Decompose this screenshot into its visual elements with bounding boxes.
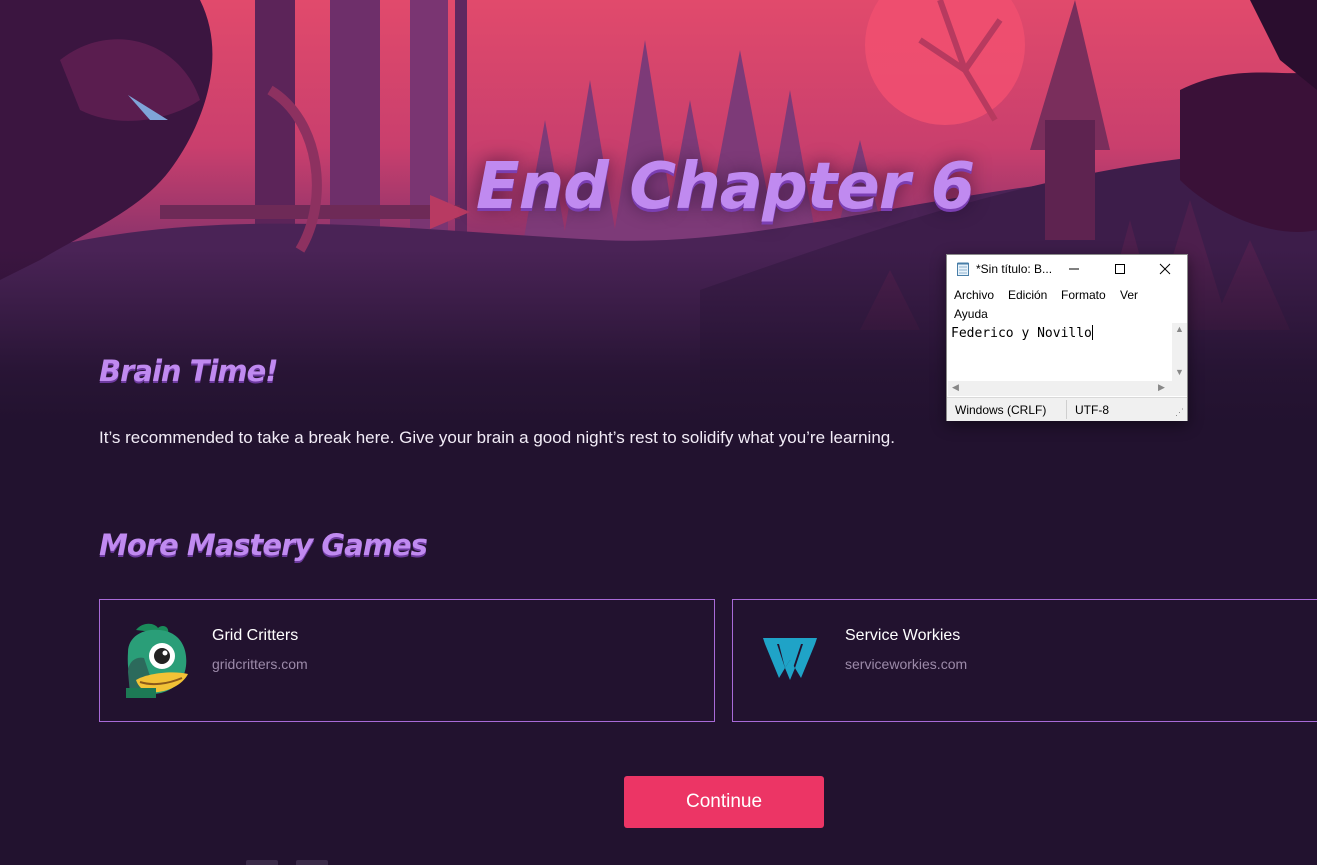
notepad-window[interactable]: *Sin título: B... Archivo Edición Format… [946,254,1188,421]
service-workies-logo-icon [755,622,825,700]
game-url[interactable]: gridcritters.com [212,656,308,672]
vertical-scrollbar[interactable]: ▲ ▼ [1172,323,1187,381]
game-card-service-workies[interactable]: Service Workies serviceworkies.com [732,599,1317,722]
game-name: Service Workies [845,627,961,644]
game-card-grid-critters[interactable]: Grid Critters gridcritters.com [99,599,715,722]
menu-item-ver[interactable]: Ver [1120,288,1138,302]
status-divider [1066,400,1067,419]
resize-grip-icon[interactable]: ⋰ [1175,407,1184,418]
bottom-edge-element [246,860,278,865]
mastery-games-heading: More Mastery Games [99,528,428,562]
menu-item-ayuda[interactable]: Ayuda [954,307,988,321]
menu-item-edicion[interactable]: Edición [1008,288,1047,302]
notepad-app-icon [956,262,970,276]
scroll-down-icon[interactable]: ▼ [1175,367,1184,377]
page-title: End Chapter 6 [475,150,975,224]
bottom-edge-element [296,860,328,865]
notepad-content: Federico y Novillo [951,326,1092,341]
status-encoding: UTF-8 [1075,403,1109,417]
status-line-ending: Windows (CRLF) [955,403,1047,417]
scroll-up-icon[interactable]: ▲ [1175,324,1184,334]
notepad-titlebar[interactable]: *Sin título: B... [947,255,1187,283]
notepad-title: *Sin título: B... [976,262,1053,276]
continue-button[interactable]: Continue [624,776,824,828]
grid-critters-logo-icon [122,622,192,700]
maximize-icon[interactable] [1097,255,1143,283]
close-icon[interactable] [1142,255,1188,283]
notepad-text-area[interactable]: Federico y Novillo [948,323,1172,381]
scroll-right-icon[interactable]: ▶ [1158,382,1165,393]
horizontal-scrollbar[interactable]: ◀ ▶ [948,381,1172,396]
game-name: Grid Critters [212,627,299,644]
scrollbar-corner [1172,381,1187,396]
scroll-left-icon[interactable]: ◀ [952,382,959,393]
brain-time-text: It’s recommended to take a break here. G… [99,428,895,447]
menu-item-archivo[interactable]: Archivo [954,288,994,302]
brain-time-heading: Brain Time! [99,354,278,388]
notepad-menubar: Archivo Edición Formato Ver Ayuda [947,285,1187,323]
game-url[interactable]: serviceworkies.com [845,656,967,672]
notepad-statusbar: Windows (CRLF) UTF-8 ⋰ [947,397,1187,421]
text-caret [1091,325,1093,340]
minimize-icon[interactable] [1051,255,1097,283]
menu-item-formato[interactable]: Formato [1061,288,1106,302]
